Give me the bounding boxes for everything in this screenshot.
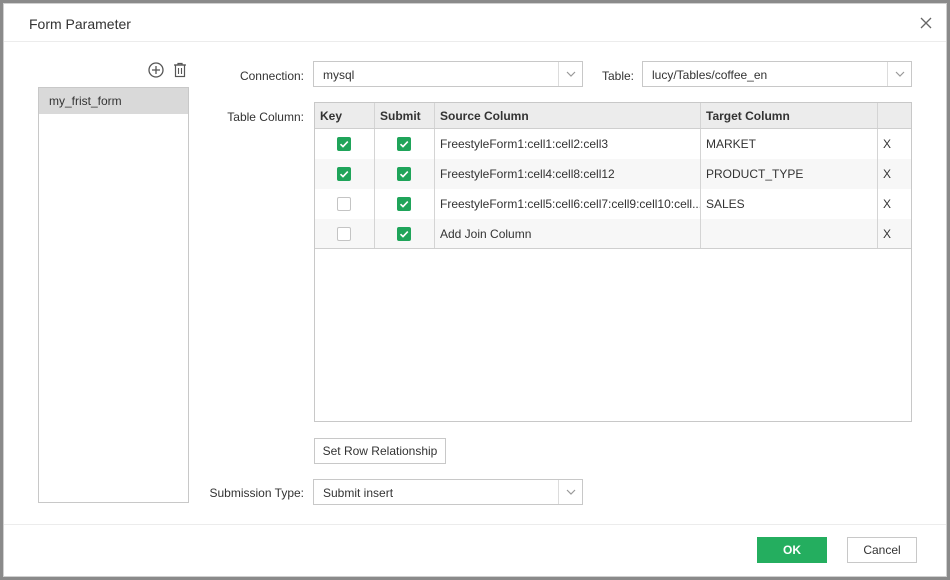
delete-row-button[interactable]: X [883,167,891,181]
table-row: FreestyleForm1:cell4:cell8:cell12 PRODUCT… [315,159,911,189]
trash-icon[interactable] [171,61,189,79]
header-delete [878,103,911,128]
delete-row-cell: X [878,189,911,219]
submit-checkbox[interactable] [397,197,411,211]
delete-row-button[interactable]: X [883,197,891,211]
key-cell [315,129,375,159]
connection-label: Connection: [239,69,304,83]
key-cell [315,159,375,189]
key-cell [315,189,375,219]
delete-row-button[interactable]: X [883,227,891,241]
table-label: Table: [601,69,634,83]
dialog-titlebar: Form Parameter [4,4,946,42]
source-column-cell[interactable]: FreestyleForm1:cell5:cell6:cell7:cell9:c… [435,189,701,219]
table-header-row: Key Submit Source Column Target Column [315,103,911,129]
target-column-cell[interactable]: SALES [701,189,878,219]
submit-checkbox[interactable] [397,167,411,181]
header-key: Key [315,103,375,128]
column-mapping-table: Key Submit Source Column Target Column F… [314,102,912,422]
ok-button[interactable]: OK [757,537,827,563]
header-submit: Submit [375,103,435,128]
chevron-down-icon[interactable] [558,480,582,504]
delete-row-button[interactable]: X [883,137,891,151]
form-list-item[interactable]: my_frist_form [39,88,188,114]
cancel-button[interactable]: Cancel [847,537,917,563]
key-checkbox[interactable] [337,167,351,181]
source-column-cell[interactable]: FreestyleForm1:cell4:cell8:cell12 [435,159,701,189]
connection-value: mysql [323,68,355,82]
table-row: Add Join Column X [315,219,911,249]
submit-cell [375,219,435,249]
delete-row-cell: X [878,129,911,159]
submission-type-value: Submit insert [323,486,394,500]
form-list: my_frist_form [38,87,189,503]
submit-cell [375,159,435,189]
chevron-down-icon[interactable] [558,62,582,86]
source-column-cell[interactable]: FreestyleForm1:cell1:cell2:cell3 [435,129,701,159]
key-checkbox[interactable] [337,197,351,211]
target-column-cell[interactable]: MARKET [701,129,878,159]
table-row: FreestyleForm1:cell5:cell6:cell7:cell9:c… [315,189,911,219]
table-column-label: Table Column: [227,110,304,124]
key-cell [315,219,375,249]
close-icon[interactable] [916,13,936,33]
table-row: FreestyleForm1:cell1:cell2:cell3 MARKET X [315,129,911,159]
set-row-relationship-button[interactable]: Set Row Relationship [314,438,446,464]
target-column-cell[interactable] [701,219,878,249]
key-checkbox[interactable] [337,137,351,151]
target-column-cell[interactable]: PRODUCT_TYPE [701,159,878,189]
chevron-down-icon[interactable] [887,62,911,86]
add-circle-icon[interactable] [147,61,165,79]
delete-row-cell: X [878,219,911,249]
footer-divider [4,524,946,525]
header-target-column: Target Column [701,103,878,128]
delete-row-cell: X [878,159,911,189]
submit-cell [375,189,435,219]
form-parameter-dialog: Form Parameter my_frist_form Connection:… [3,3,947,577]
submission-type-select[interactable]: Submit insert [313,479,583,505]
source-column-cell[interactable]: Add Join Column [435,219,701,249]
table-divider [315,248,911,249]
submission-type-label: Submission Type: [209,486,305,500]
header-source-column: Source Column [435,103,701,128]
dialog-title: Form Parameter [29,16,131,32]
submit-cell [375,129,435,159]
connection-select[interactable]: mysql [313,61,583,87]
submit-checkbox[interactable] [397,227,411,241]
submit-checkbox[interactable] [397,137,411,151]
table-value: lucy/Tables/coffee_en [652,68,768,82]
key-checkbox[interactable] [337,227,351,241]
table-select[interactable]: lucy/Tables/coffee_en [642,61,912,87]
